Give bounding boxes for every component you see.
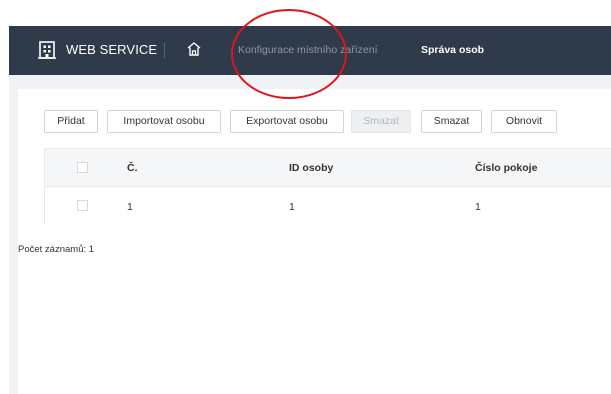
add-button[interactable]: Přidat [44, 110, 98, 133]
column-header-number[interactable]: Č. [127, 162, 138, 174]
top-navigation-bar: WEB SERVICE Konfigurace místního zařízen… [9, 26, 611, 75]
cell-person-id: 1 [289, 201, 295, 213]
select-all-checkbox[interactable] [77, 162, 88, 173]
column-header-room-number[interactable]: Číslo pokoje [475, 162, 537, 174]
nav-local-device-config[interactable]: Konfigurace místního zařízení [238, 44, 378, 56]
home-icon[interactable] [186, 41, 202, 57]
cell-number: 1 [127, 201, 133, 213]
import-person-button[interactable]: Importovat osobu [107, 110, 221, 133]
delete-disabled-button[interactable]: Smazat [351, 110, 411, 133]
building-logo-icon [38, 41, 56, 59]
record-count: Počet záznamů: 1 [18, 244, 95, 255]
row-checkbox[interactable] [77, 200, 88, 211]
cell-room-number: 1 [475, 201, 481, 213]
window-edge [0, 0, 9, 394]
delete-button[interactable]: Smazat [421, 110, 482, 133]
table-header-row: Č. ID osoby Číslo pokoje [45, 149, 611, 187]
header-divider [164, 43, 165, 58]
table-row[interactable]: 1 1 1 [45, 187, 611, 225]
persons-table: Č. ID osoby Číslo pokoje 1 1 1 [44, 148, 611, 225]
refresh-button[interactable]: Obnovit [491, 110, 557, 133]
brand-title: WEB SERVICE [66, 42, 158, 57]
content-panel [18, 89, 611, 394]
column-header-person-id[interactable]: ID osoby [289, 162, 333, 174]
export-person-button[interactable]: Exportovat osobu [230, 110, 344, 133]
nav-person-management[interactable]: Správa osob [421, 44, 484, 56]
